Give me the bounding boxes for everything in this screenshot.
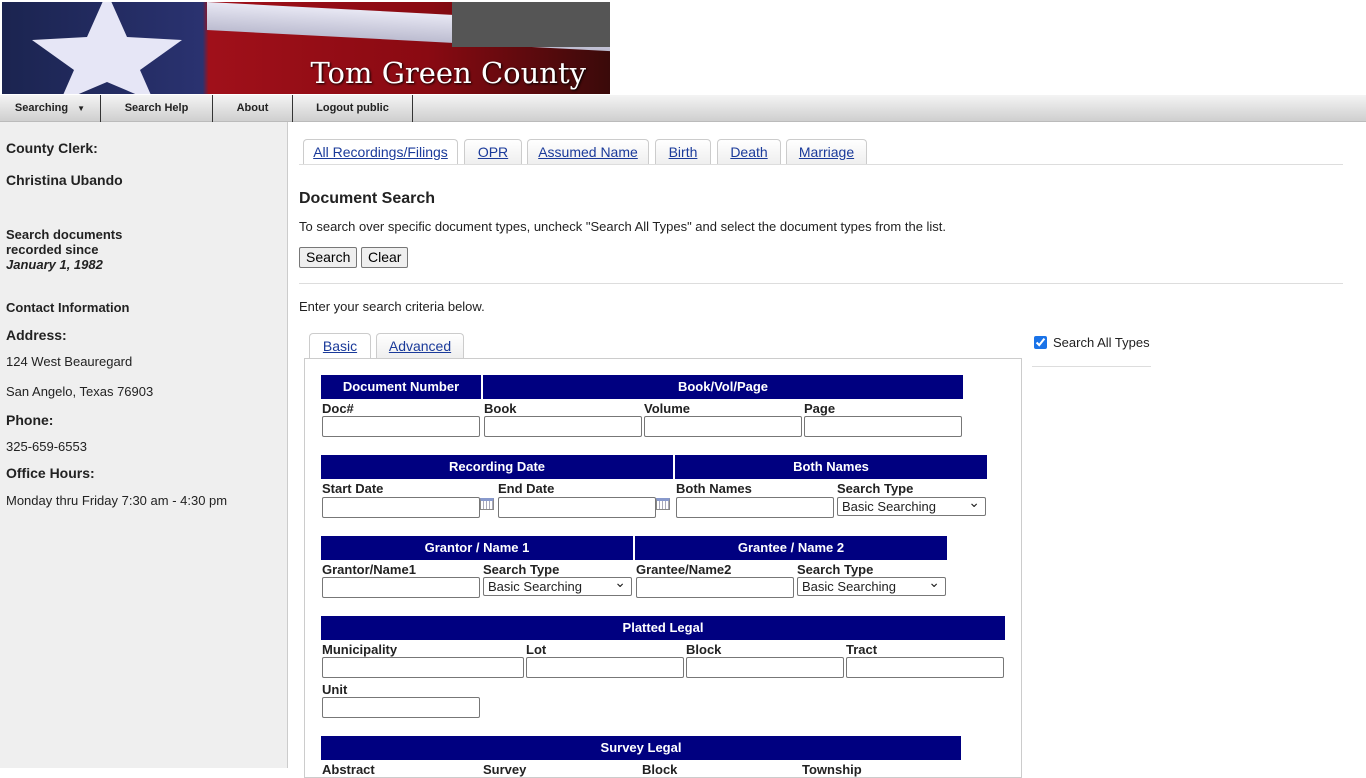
end-date-input[interactable] xyxy=(498,497,656,518)
field-label: Search Type xyxy=(837,481,914,496)
tab-link[interactable]: Basic xyxy=(323,338,357,354)
tab-all-recordings[interactable]: All Recordings/Filings xyxy=(303,139,458,165)
grantor-input[interactable] xyxy=(322,577,480,598)
tab-link[interactable]: Assumed Name xyxy=(538,144,638,160)
unit-input[interactable] xyxy=(322,697,480,718)
sidebar: County Clerk: Christina Ubando Search do… xyxy=(0,122,288,768)
tab-link[interactable]: Birth xyxy=(669,144,698,160)
calendar-icon[interactable] xyxy=(656,498,670,510)
tab-link[interactable]: Marriage xyxy=(799,144,854,160)
section-header: Grantor / Name 1 xyxy=(321,536,633,560)
field-label: End Date xyxy=(498,481,555,496)
contact-heading: Contact Information xyxy=(6,300,130,315)
field-label: Doc# xyxy=(322,401,354,416)
nav-search-help[interactable]: Search Help xyxy=(101,95,213,122)
field-label: Municipality xyxy=(322,642,398,657)
field-label: Grantee/Name2 xyxy=(636,562,732,577)
book-input[interactable] xyxy=(484,416,642,437)
both-names-input[interactable] xyxy=(676,497,834,518)
section-header: Both Names xyxy=(675,455,987,479)
tab-marriage[interactable]: Marriage xyxy=(786,139,867,165)
address-label: Address: xyxy=(6,327,67,343)
field-label: Block xyxy=(642,762,678,777)
grantee-search-type-select[interactable]: Basic Searching xyxy=(797,574,946,596)
field-label: Block xyxy=(686,642,722,657)
search-all-types-checkbox[interactable] xyxy=(1034,336,1047,349)
field-label: Search Type xyxy=(483,562,560,577)
nav-logout[interactable]: Logout public xyxy=(293,95,413,122)
address-line: 124 West Beauregard xyxy=(6,354,133,369)
field-label: Page xyxy=(804,401,836,416)
tab-link[interactable]: OPR xyxy=(478,144,508,160)
nav-about[interactable]: About xyxy=(213,95,293,122)
municipality-input[interactable] xyxy=(322,657,524,678)
hours-label: Office Hours: xyxy=(6,465,95,481)
county-banner: Tom Green County xyxy=(2,2,610,94)
section-header: Grantee / Name 2 xyxy=(635,536,947,560)
tract-input[interactable] xyxy=(846,657,1004,678)
grantee-input[interactable] xyxy=(636,577,794,598)
field-label: Both Names xyxy=(676,481,752,496)
tab-opr[interactable]: OPR xyxy=(464,139,522,165)
tab-basic[interactable]: Basic xyxy=(309,333,371,359)
tab-death[interactable]: Death xyxy=(717,139,781,165)
tab-birth[interactable]: Birth xyxy=(655,139,711,165)
lot-input[interactable] xyxy=(526,657,684,678)
divider xyxy=(299,164,1343,165)
field-label: Lot xyxy=(526,642,547,657)
criteria-text: Enter your search criteria below. xyxy=(299,299,485,314)
phone-label: Phone: xyxy=(6,412,54,428)
page-input[interactable] xyxy=(804,416,962,437)
field-label: Survey xyxy=(483,762,527,777)
clerk-label: County Clerk: xyxy=(6,140,98,156)
field-label: Abstract xyxy=(322,762,375,777)
section-header: Book/Vol/Page xyxy=(483,375,963,399)
divider xyxy=(299,283,1343,284)
field-label: Unit xyxy=(322,682,348,697)
section-header: Document Number xyxy=(321,375,481,399)
instructions: To search over specific document types, … xyxy=(299,219,947,234)
search-all-types-label: Search All Types xyxy=(1053,335,1150,350)
top-nav: Searching ▼ Search Help About Logout pub… xyxy=(0,95,1366,122)
banner-title: Tom Green County xyxy=(310,56,586,90)
tab-assumed-name[interactable]: Assumed Name xyxy=(527,139,649,165)
field-label: Search Type xyxy=(797,562,874,577)
office-hours: Monday thru Friday 7:30 am - 4:30 pm xyxy=(6,493,228,508)
clerk-name: Christina Ubando xyxy=(6,172,123,188)
volume-input[interactable] xyxy=(644,416,802,437)
tab-link[interactable]: Advanced xyxy=(389,338,451,354)
section-header: Survey Legal xyxy=(321,736,961,760)
tab-advanced[interactable]: Advanced xyxy=(376,333,464,359)
section-header: Platted Legal xyxy=(321,616,1005,640)
field-label: Volume xyxy=(644,401,690,416)
search-button[interactable]: Search xyxy=(299,247,358,268)
address-line: San Angelo, Texas 76903 xyxy=(6,384,154,399)
nav-searching[interactable]: Searching ▼ xyxy=(0,95,101,122)
grantor-search-type-select[interactable]: Basic Searching xyxy=(483,574,632,596)
star-icon xyxy=(32,2,182,94)
since-text: Search documents xyxy=(6,227,123,242)
since-date: January 1, 1982 xyxy=(6,257,103,272)
search-all-types[interactable]: Search All Types xyxy=(1034,335,1150,350)
field-label: Township xyxy=(802,762,862,777)
field-label: Grantor/Name1 xyxy=(322,562,416,577)
field-label: Book xyxy=(484,401,517,416)
field-label: Start Date xyxy=(322,481,384,496)
field-label: Tract xyxy=(846,642,878,657)
doc-number-input[interactable] xyxy=(322,416,480,437)
both-names-search-type-select[interactable]: Basic Searching xyxy=(837,494,986,516)
page-title: Document Search xyxy=(299,190,436,207)
phone-number: 325-659-6553 xyxy=(6,439,87,454)
divider xyxy=(1032,366,1151,367)
caret-down-icon: ▼ xyxy=(77,104,86,113)
calendar-icon[interactable] xyxy=(480,498,494,510)
block-input[interactable] xyxy=(686,657,844,678)
start-date-input[interactable] xyxy=(322,497,480,518)
since-text: recorded since xyxy=(6,242,99,257)
tab-link[interactable]: Death xyxy=(730,144,767,160)
tab-link[interactable]: All Recordings/Filings xyxy=(313,144,448,160)
clear-button[interactable]: Clear xyxy=(361,247,409,268)
section-header: Recording Date xyxy=(321,455,673,479)
